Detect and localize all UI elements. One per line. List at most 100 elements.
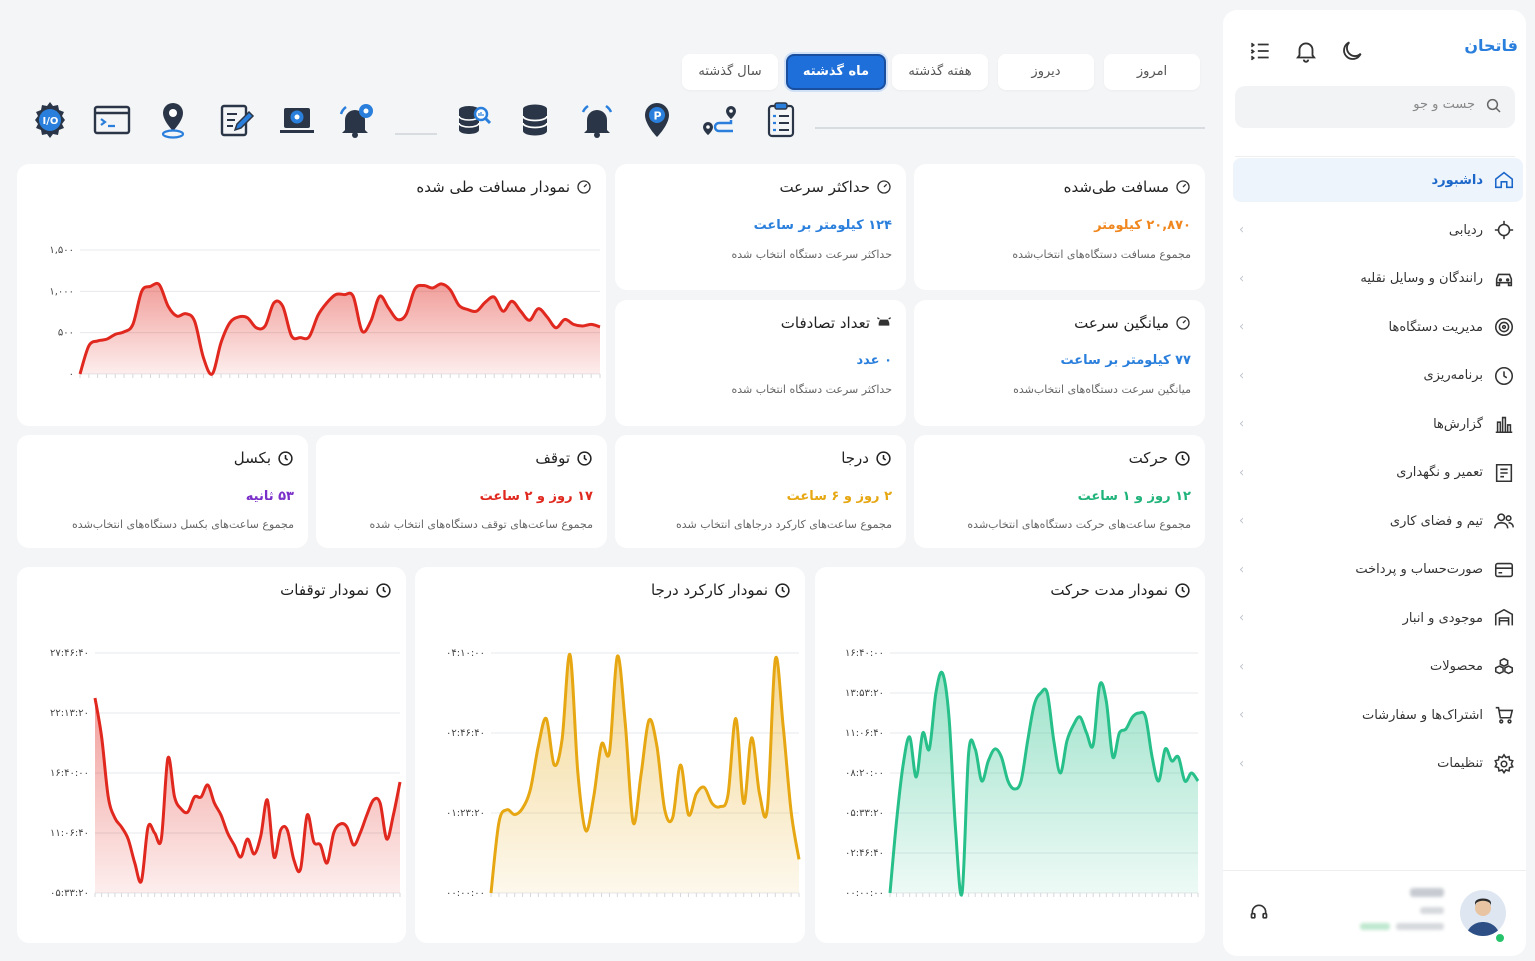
clock-icon: [278, 450, 293, 466]
tab-last-year[interactable]: سال گذشته: [682, 54, 778, 90]
stops-chart: ۰۵:۳۳:۲۰ ۱۱:۰۶:۴۰ ۱۶:۴۰:۰۰ ۲۲:۱۳:۲۰ ۲۷:۴۶:۴۰: [50, 648, 402, 899]
sidebar-item-devices[interactable]: ‹ مدیریت دستگاه‌ها: [1233, 303, 1523, 352]
tab-yesterday[interactable]: دیروز: [998, 54, 1094, 90]
bell-settings-icon[interactable]: [337, 100, 377, 140]
clock-icon: [1494, 366, 1514, 385]
bell-icon[interactable]: [1293, 38, 1319, 64]
clock-icon: [577, 450, 592, 466]
team-icon: [1494, 513, 1514, 529]
toolbar-divider: [815, 127, 1205, 129]
parking-pin-icon[interactable]: P: [637, 100, 677, 140]
boxes-icon: [1494, 657, 1514, 675]
cart-icon: [1495, 707, 1514, 724]
sidebar-item-tracking[interactable]: ‹ ردیابی: [1233, 206, 1523, 255]
stat-description: مجموع ساعت‌های کارکرد درجاهای انتخاب شده: [675, 518, 892, 531]
chevron-left-icon: ‹: [1239, 610, 1245, 626]
stat-card-movement: حرکت ۱۲ روز و ۱ ساعت مجموع ساعت‌های حرکت…: [914, 435, 1205, 548]
stat-description: مجموع ساعت‌های بکسل دستگاه‌های انتخاب‌شد…: [72, 518, 294, 531]
edit-document-icon[interactable]: [215, 100, 255, 140]
card-title-text: میانگین سرعت: [1074, 314, 1169, 332]
sidebar-item-label: تنظیمات: [1437, 756, 1483, 772]
maintenance-icon: [1495, 463, 1513, 482]
tab-today[interactable]: امروز: [1104, 54, 1200, 90]
svg-text:P: P: [654, 110, 662, 123]
y-tick-label: ۰۱:۲۳:۲۰: [446, 808, 485, 819]
speedometer-icon: [1176, 316, 1190, 330]
sidebar-item-drivers-vehicles[interactable]: ‹ رانندگان و وسایل نقلیه: [1233, 255, 1523, 304]
menu-list-icon[interactable]: [1247, 38, 1273, 64]
sidebar-item-products[interactable]: ‹ محصولات: [1233, 643, 1523, 692]
sidebar-item-label: تیم و فضای کاری: [1389, 513, 1483, 529]
chevron-left-icon: ‹: [1239, 368, 1245, 384]
card-title: مسافت طی‌شده: [1064, 178, 1191, 196]
clipboard-checklist-icon[interactable]: [761, 100, 801, 140]
io-gear-icon[interactable]: I/O: [30, 100, 70, 140]
stat-value: ۵۳ ثانیه: [245, 489, 294, 504]
stat-value: ۱۲ روز و ۱ ساعت: [1077, 489, 1191, 504]
stat-value: ۷۷ کیلومتر بر ساعت: [1060, 353, 1192, 368]
clock-icon: [876, 450, 891, 466]
series-area: [491, 654, 799, 893]
brand-logo-text[interactable]: فاتحان: [1464, 36, 1518, 55]
database-search-icon[interactable]: [453, 100, 493, 140]
sidebar-item-planning[interactable]: ‹ برنامه‌ریزی: [1233, 352, 1523, 401]
tab-last-month[interactable]: ماه گذشته: [786, 54, 886, 90]
avatar[interactable]: [1460, 890, 1506, 936]
y-tick-label: ۲۲:۱۳:۲۰: [50, 708, 89, 719]
chevron-left-icon: ‹: [1239, 659, 1245, 675]
stat-card-max-speed: حداکثر سرعت ۱۲۴ کیلومتر بر ساعت حداکثر س…: [615, 164, 906, 290]
stat-description: حداکثر سرعت دستگاه انتخاب شده: [731, 248, 892, 261]
credit-card-icon: [1494, 562, 1514, 577]
sidebar-item-label: موجودی و انبار: [1402, 610, 1483, 626]
y-tick-label: ۱,۰۰۰: [49, 286, 74, 297]
sidebar-item-subscriptions[interactable]: ‹ اشتراک‌ها و سفارشات: [1233, 691, 1523, 740]
sidebar-item-maintenance[interactable]: ‹ تعمیر و نگهداری: [1233, 449, 1523, 498]
search-input[interactable]: جست و جو: [1235, 86, 1515, 128]
svg-text:I/O: I/O: [43, 116, 59, 127]
moon-icon[interactable]: [1339, 38, 1365, 64]
database-icon[interactable]: [515, 100, 555, 140]
clock-icon: [1175, 450, 1190, 466]
y-tick-label: ۰۰:۰۰:۰۰: [446, 888, 485, 899]
route-pin-icon[interactable]: [699, 100, 739, 140]
chevron-left-icon: ‹: [1239, 319, 1245, 335]
sidebar-item-label: اشتراک‌ها و سفارشات: [1361, 707, 1483, 723]
terminal-window-icon[interactable]: [92, 100, 132, 140]
y-tick-label: ۰۸:۲۰:۰۰: [845, 768, 884, 779]
alarm-bell-icon[interactable]: [577, 100, 617, 140]
y-tick-label: ۰۵:۳۳:۲۰: [845, 808, 884, 819]
location-signal-icon[interactable]: [153, 100, 193, 140]
chevron-left-icon: ‹: [1239, 416, 1245, 432]
car-icon: [1495, 273, 1513, 286]
online-status-dot: [1494, 932, 1506, 944]
sidebar-item-settings[interactable]: ‹ تنظیمات: [1233, 740, 1523, 789]
device-icon: [1494, 318, 1514, 337]
sidebar-item-billing[interactable]: ‹ صورت‌حساب و پرداخت: [1233, 546, 1523, 595]
sidebar-nav: داشبورد ‹ ردیابی ‹ رانندگان و وسایل نقلی…: [1233, 158, 1523, 788]
sidebar-item-label: مدیریت دستگاه‌ها: [1388, 319, 1483, 335]
card-title: درجا: [841, 449, 892, 467]
card-title: بکسل: [234, 449, 294, 467]
sidebar-item-dashboard[interactable]: داشبورد: [1233, 158, 1523, 202]
card-title-text: بکسل: [233, 449, 271, 467]
sidebar-item-reports[interactable]: ‹ گزارش‌ها: [1233, 400, 1523, 449]
sidebar: فاتحان جست و جو داشبورد ‹ ردیابی ‹ رانند…: [1223, 10, 1526, 956]
divider: [1235, 156, 1515, 157]
stat-value: ۲ روز و ۶ ساعت: [786, 489, 892, 504]
toolbar-divider: [395, 133, 437, 135]
headset-icon[interactable]: [1249, 902, 1269, 926]
stat-card-towing: بکسل ۵۳ ثانیه مجموع ساعت‌های بکسل دستگاه…: [17, 435, 308, 548]
card-title-text: درجا: [841, 449, 869, 467]
stat-value: ۰ عدد: [856, 353, 892, 368]
sidebar-item-inventory[interactable]: ‹ موجودی و انبار: [1233, 594, 1523, 643]
laptop-settings-icon[interactable]: [277, 100, 317, 140]
tab-last-week[interactable]: هفته گذشته: [892, 54, 988, 90]
card-title-text: توقف: [535, 449, 570, 467]
sidebar-item-team[interactable]: ‹ تیم و فضای کاری: [1233, 497, 1523, 546]
card-title-text: حداکثر سرعت: [779, 178, 870, 196]
sidebar-item-label: رانندگان و وسایل نقلیه: [1360, 271, 1483, 287]
stat-card-avg-speed: میانگین سرعت ۷۷ کیلومتر بر ساعت میانگین …: [914, 300, 1205, 426]
chevron-left-icon: ‹: [1239, 222, 1245, 238]
stat-description: مجموع ساعت‌های حرکت دستگاه‌های انتخاب‌شد…: [967, 518, 1191, 531]
card-title: تعداد تصادفات: [781, 314, 892, 332]
